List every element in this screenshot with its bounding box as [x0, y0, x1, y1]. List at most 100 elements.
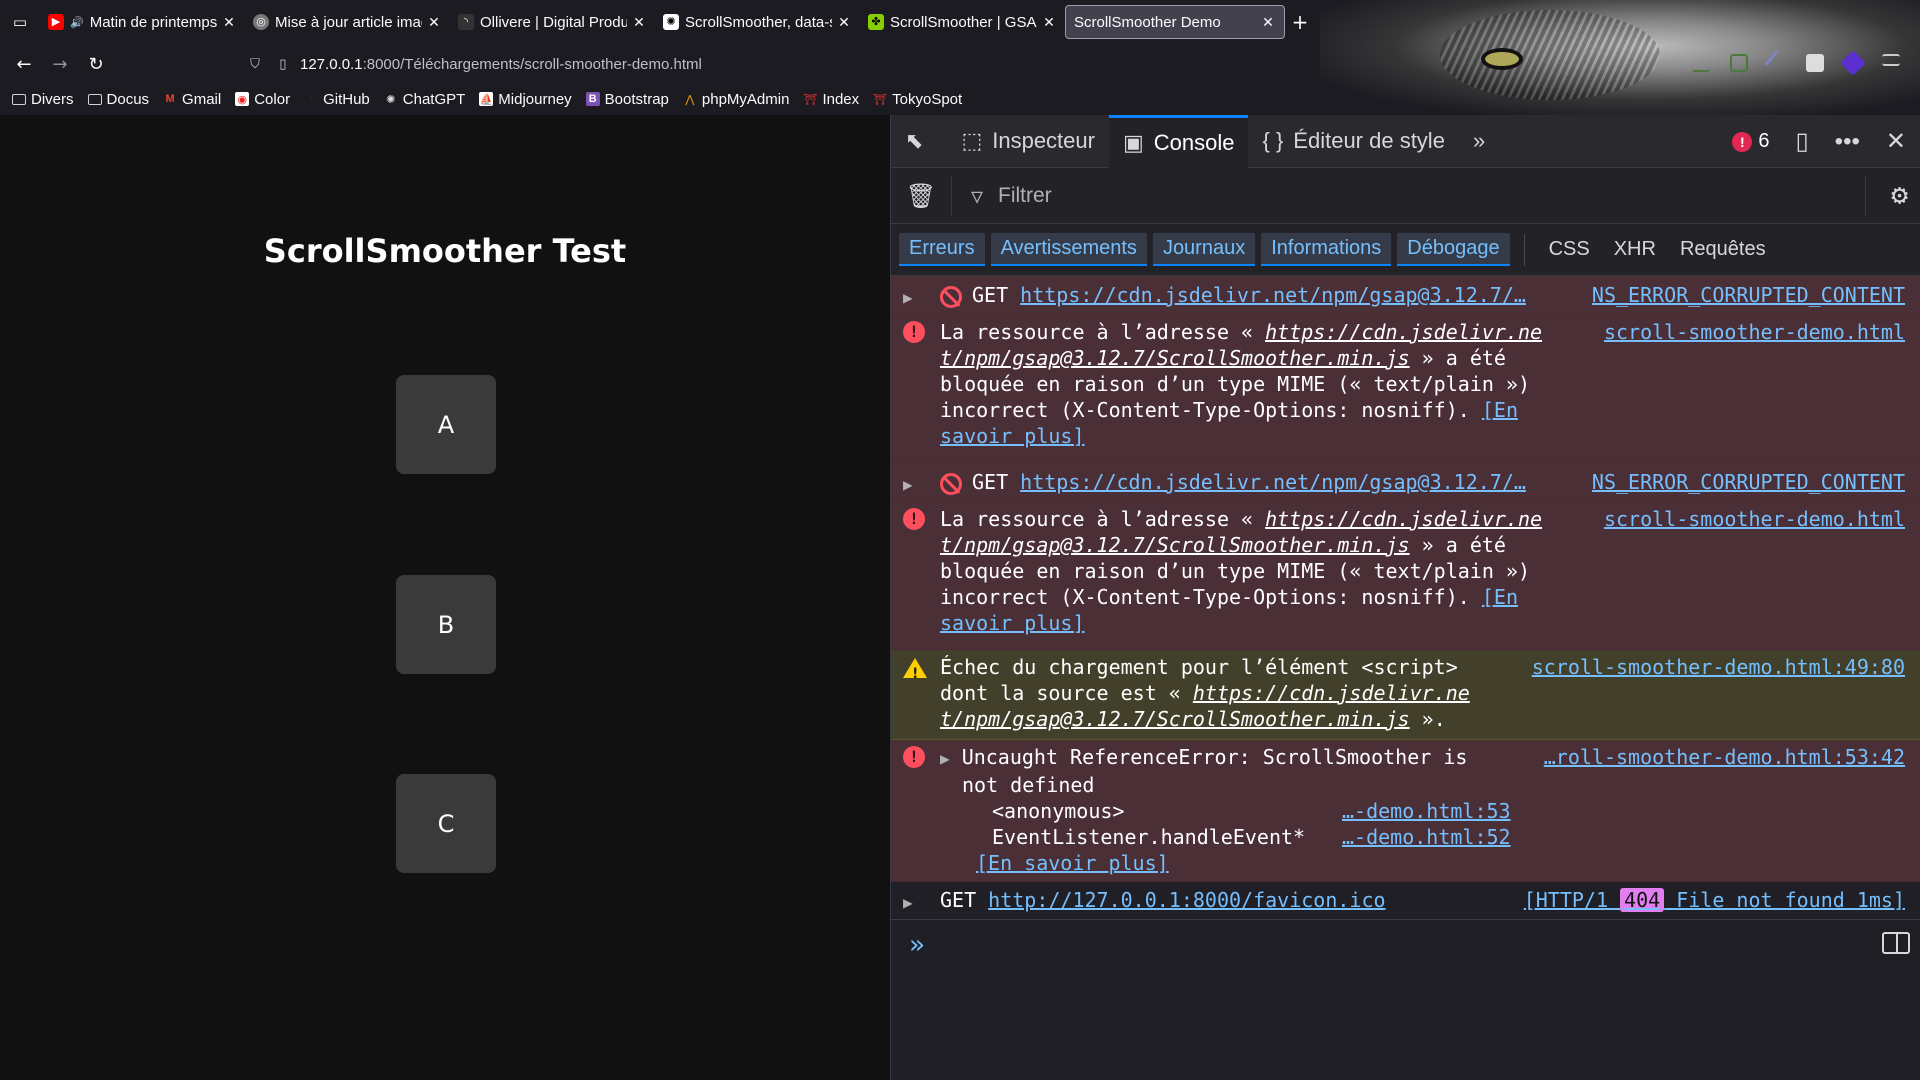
frame-location[interactable]: …-demo.html:53: [1342, 798, 1511, 824]
source-link[interactable]: scroll-smoother-demo.html: [1604, 506, 1905, 532]
trash-icon[interactable]: 🗑: [891, 182, 951, 210]
bookmark-divers[interactable]: Divers: [12, 91, 74, 108]
folder-icon: [87, 93, 102, 105]
filter-logs[interactable]: Journaux: [1152, 233, 1256, 266]
learn-more-link[interactable]: [En savoir plus]: [976, 851, 1169, 875]
request-url[interactable]: http://127.0.0.1:8000/favicon.ico: [988, 888, 1385, 912]
gear-icon[interactable]: ⚙: [1891, 178, 1908, 211]
filter-css[interactable]: CSS: [1537, 234, 1602, 265]
back-icon[interactable]: ←: [6, 54, 42, 75]
tab-scrollsmoother-data[interactable]: ✺ ScrollSmoother, data-spe ✕: [655, 5, 860, 39]
expand-icon[interactable]: ▶: [903, 888, 925, 916]
expand-icon[interactable]: ▶: [940, 749, 950, 768]
learn-more-link[interactable]: savoir plus]: [940, 424, 1085, 448]
network-status[interactable]: NS_ERROR_CORRUPTED_CONTENT: [1592, 469, 1905, 495]
filter-info[interactable]: Informations: [1261, 233, 1392, 266]
filter-errors[interactable]: Erreurs: [899, 233, 985, 266]
tab-ollivere[interactable]: ◝ Ollivere | Digital Product ✕: [450, 5, 655, 39]
error-message[interactable]: ! ▶ Uncaught ReferenceError: ScrollSmoot…: [891, 740, 1920, 882]
more-tabs-icon[interactable]: »: [1459, 115, 1509, 168]
learn-more-link[interactable]: savoir plus]: [940, 611, 1085, 635]
resource-link[interactable]: t/npm/gsap@3.12.7/ScrollSmoother.min.js: [940, 346, 1410, 370]
url-bar[interactable]: ⛉ ▯ 127.0.0.1:8000/Téléchargements/scrol…: [244, 48, 702, 80]
filter-xhr[interactable]: XHR: [1602, 234, 1668, 265]
bookmark-gmail[interactable]: M Gmail: [163, 91, 221, 108]
resource-link[interactable]: https://cdn.jsdelivr.ne: [1193, 681, 1470, 705]
download-icon[interactable]: [1692, 54, 1710, 72]
close-icon[interactable]: ✕: [1041, 14, 1057, 31]
tab-youtube[interactable]: ▶ 🔊 Matin de printemps vi ✕: [40, 5, 245, 39]
devtools-toolbar: ⬉ ⬚ Inspecteur ▣ Console { } Éditeur de sty…: [891, 114, 1920, 168]
responsive-design-icon[interactable]: ▯: [1795, 127, 1808, 156]
error-message[interactable]: ! La ressource à l’adresse « https://cdn…: [891, 315, 1920, 463]
close-icon[interactable]: ✕: [631, 14, 647, 31]
pen-icon[interactable]: [1764, 50, 1790, 76]
tab-scrollsmoother-demo[interactable]: ScrollSmoother Demo ✕: [1065, 5, 1285, 39]
bookmark-chatgpt[interactable]: ✺ ChatGPT: [384, 91, 465, 108]
more-options-icon[interactable]: •••: [1835, 128, 1860, 156]
filter-input[interactable]: [951, 175, 1651, 216]
new-tab-icon[interactable]: +: [1285, 10, 1315, 34]
tab-gsap-docs[interactable]: ✤ ScrollSmoother | GSAP | D ✕: [860, 5, 1065, 39]
close-icon[interactable]: ✕: [1260, 14, 1276, 31]
forward-icon[interactable]: →: [42, 54, 78, 75]
close-icon[interactable]: ✕: [836, 14, 852, 31]
tab-list-icon[interactable]: ▭: [0, 0, 40, 44]
tab-console[interactable]: ▣ Console: [1108, 114, 1249, 168]
page-icon[interactable]: ▯: [272, 56, 294, 72]
resource-link[interactable]: https://cdn.jsdelivr.ne: [1265, 320, 1542, 344]
filter-requests[interactable]: Requêtes: [1668, 234, 1778, 265]
resource-link[interactable]: https://cdn.jsdelivr.ne: [1265, 507, 1542, 531]
bookmark-tokyospot[interactable]: ⛩ TokyoSpot: [873, 91, 962, 108]
youtube-icon: ▶: [48, 14, 64, 30]
close-icon[interactable]: ✕: [221, 14, 237, 31]
menu-icon[interactable]: [1882, 54, 1900, 66]
speaker-icon[interactable]: 🔊: [70, 16, 84, 29]
warning-message[interactable]: Échec du chargement pour l’élément <scri…: [891, 650, 1920, 740]
close-devtools-icon[interactable]: ✕: [1886, 127, 1906, 156]
split-console-icon[interactable]: [1882, 932, 1910, 954]
element-picker-icon[interactable]: ⬉: [891, 115, 947, 168]
resource-link[interactable]: t/npm/gsap@3.12.7/ScrollSmoother.min.js: [940, 533, 1410, 557]
tab-article[interactable]: ◎ Mise à jour article image ✕: [245, 5, 450, 39]
source-link[interactable]: scroll-smoother-demo.html: [1604, 319, 1905, 345]
resource-link[interactable]: t/npm/gsap@3.12.7/ScrollSmoother.min.js: [940, 707, 1410, 731]
extension-icon[interactable]: [1730, 54, 1748, 72]
close-icon[interactable]: ✕: [426, 14, 442, 31]
filter-warnings[interactable]: Avertissements: [990, 233, 1147, 266]
bookmark-github[interactable]: ● GitHub: [304, 91, 370, 108]
error-message[interactable]: ! La ressource à l’adresse « https://cdn…: [891, 502, 1920, 650]
bookmark-label: Index: [822, 90, 860, 108]
bookmark-color[interactable]: ◉ Color: [235, 91, 290, 108]
bookmark-docus[interactable]: Docus: [87, 91, 149, 108]
expand-icon[interactable]: ▶: [903, 470, 925, 498]
network-message[interactable]: ▶ GET https://cdn.jsdelivr.net/npm/gsap@…: [891, 276, 1920, 315]
network-message[interactable]: ▶ GET http://127.0.0.1:8000/favicon.ico …: [891, 882, 1920, 920]
request-url[interactable]: https://cdn.jsdelivr.net/npm/gsap@3.12.7…: [1020, 283, 1526, 307]
source-link[interactable]: …roll-smoother-demo.html:53:42: [1544, 744, 1905, 770]
addon-icon[interactable]: [1840, 50, 1866, 76]
console-input[interactable]: »: [891, 920, 1920, 970]
filter-debug[interactable]: Débogage: [1397, 233, 1510, 266]
network-status[interactable]: NS_ERROR_CORRUPTED_CONTENT: [1592, 282, 1905, 308]
reload-icon[interactable]: ↻: [78, 54, 114, 75]
source-link[interactable]: scroll-smoother-demo.html:49:80: [1532, 654, 1905, 680]
expand-icon[interactable]: ▶: [903, 283, 925, 311]
tab-inspector[interactable]: ⬚ Inspecteur: [947, 115, 1109, 168]
frame-location[interactable]: …-demo.html:52: [1342, 824, 1511, 850]
tab-style-editor[interactable]: { } Éditeur de style: [1248, 115, 1458, 168]
request-url[interactable]: https://cdn.jsdelivr.net/npm/gsap@3.12.7…: [1020, 470, 1526, 494]
shield-icon[interactable]: ⛉: [244, 56, 266, 72]
learn-more-link[interactable]: [En: [1482, 398, 1518, 422]
bookmark-phpmyadmin[interactable]: ⋀ phpMyAdmin: [683, 91, 789, 108]
network-message[interactable]: ▶ GET https://cdn.jsdelivr.net/npm/gsap@…: [891, 463, 1920, 502]
network-status[interactable]: [HTTP/1 404 File not found 1ms]: [1524, 887, 1905, 913]
devtools-panel: ⬉ ⬚ Inspecteur ▣ Console { } Éditeur de sty…: [890, 114, 1920, 1080]
bookmark-index[interactable]: ⛩ Index: [803, 91, 859, 108]
error-count[interactable]: ! 6: [1732, 130, 1769, 153]
learn-more-link[interactable]: [En: [1482, 585, 1518, 609]
phpmyadmin-icon: ⋀: [685, 93, 695, 106]
bookmark-midjourney[interactable]: ⛵ Midjourney: [479, 91, 572, 108]
bookmark-bootstrap[interactable]: B Bootstrap: [585, 91, 669, 108]
reader-icon[interactable]: [1806, 54, 1824, 72]
